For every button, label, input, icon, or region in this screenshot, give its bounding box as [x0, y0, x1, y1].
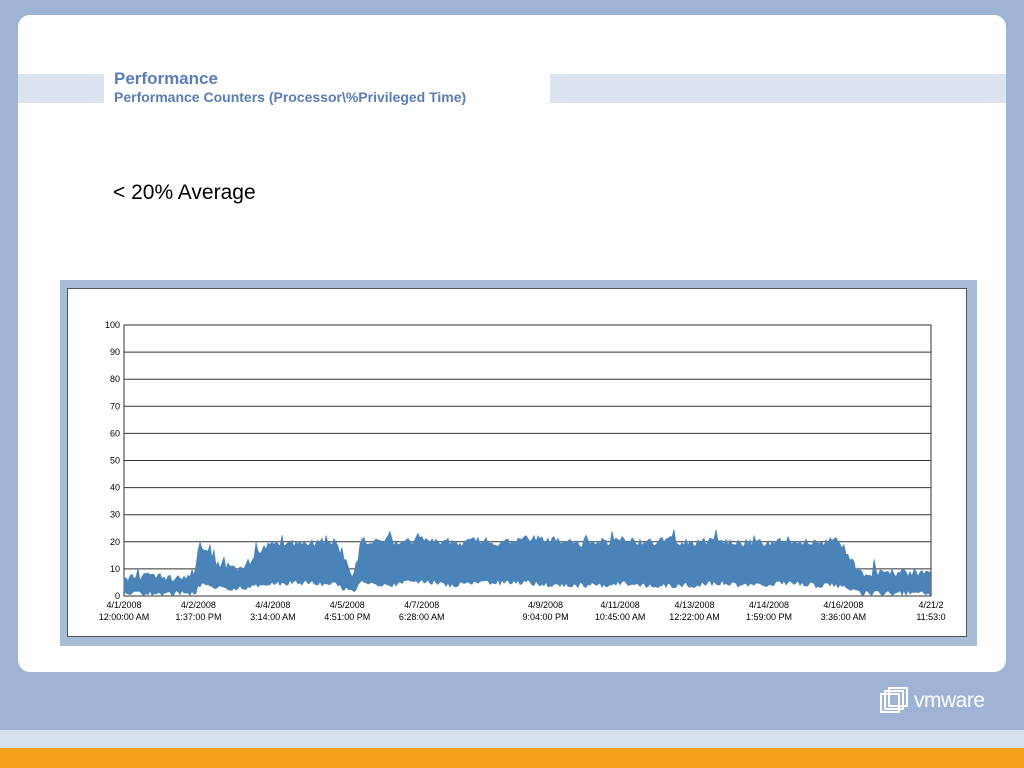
title-band-right — [550, 74, 1006, 103]
x-tick-label: 1:59:00 PM — [746, 612, 792, 622]
footer-stripe-light — [0, 730, 1024, 748]
x-tick-label: 3:14:00 AM — [250, 612, 296, 622]
x-tick-label: 1:37:00 PM — [175, 612, 221, 622]
x-tick-label: 4/13/2008 — [675, 600, 715, 610]
x-tick-label: 3:36:00 AM — [821, 612, 867, 622]
slide-title: Performance — [114, 69, 218, 88]
x-tick-label: 10:45:00 AM — [595, 612, 646, 622]
x-tick-label: 4/21/2 — [918, 600, 943, 610]
x-tick-label: 4/4/2008 — [255, 600, 290, 610]
x-tick-label: 4/2/2008 — [181, 600, 216, 610]
y-tick-label: 30 — [110, 510, 120, 520]
vmware-logo-icon — [880, 687, 908, 713]
y-tick-label: 90 — [110, 347, 120, 357]
y-tick-label: 20 — [110, 537, 120, 547]
x-tick-label: 4/11/2008 — [600, 600, 639, 610]
x-tick-label: 9:04:00 PM — [523, 612, 569, 622]
x-tick-label: 4/14/2008 — [749, 600, 789, 610]
x-tick-label: 4/16/2008 — [823, 600, 863, 610]
x-tick-label: 4/1/2008 — [106, 600, 141, 610]
y-tick-label: 50 — [110, 456, 120, 466]
y-tick-label: 40 — [110, 483, 120, 493]
x-tick-label: 12:22:00 AM — [669, 612, 720, 622]
x-tick-label: 4:51:00 PM — [324, 612, 370, 622]
slide-subtitle: Performance Counters (Processor\%Privile… — [114, 89, 467, 105]
x-tick-label: 4/7/2008 — [404, 600, 439, 610]
y-tick-label: 10 — [110, 564, 120, 574]
x-tick-label: 12:00:00 AM — [99, 612, 150, 622]
title-band-left — [18, 74, 104, 103]
vmware-logo: vmware — [880, 686, 985, 716]
y-tick-label: 80 — [110, 374, 120, 384]
performance-chart: 01020304050607080901004/1/200812:00:00 A… — [99, 320, 946, 622]
x-tick-label: 4/9/2008 — [528, 600, 563, 610]
y-tick-label: 60 — [110, 428, 120, 438]
y-tick-label: 100 — [105, 320, 120, 330]
footer-stripe-orange — [0, 748, 1024, 768]
y-tick-label: 70 — [110, 401, 120, 411]
x-tick-label: 4/5/2008 — [330, 600, 365, 610]
x-tick-label: 11:53:0 — [916, 612, 945, 622]
vmware-logo-text: vmware — [914, 689, 985, 712]
x-tick-label: 6:28:00 AM — [399, 612, 445, 622]
average-note: < 20% Average — [113, 181, 256, 204]
